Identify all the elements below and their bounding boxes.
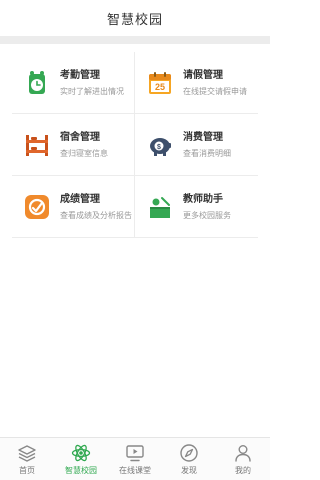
compass-icon xyxy=(179,443,199,463)
tab-online-class[interactable]: 在线课堂 xyxy=(108,438,162,480)
tab-label: 我的 xyxy=(235,466,251,475)
feature-leave[interactable]: 25 请假管理 在线提交请假申请 xyxy=(135,52,258,114)
bottom-tab-bar: 首页 智慧校园 在线课堂 发现 我的 xyxy=(0,437,270,480)
tab-home[interactable]: 首页 xyxy=(0,438,54,480)
tab-label: 在线课堂 xyxy=(119,466,151,475)
feature-subtitle: 在线提交请假申请 xyxy=(183,86,247,96)
feature-grid: 考勤管理 实时了解进出情况 25 请假管理 在线提交请假申请 宿舍管理 查归寝室… xyxy=(12,52,258,238)
feature-row: 成绩管理 查看成绩及分析报告 教师助手 更多校园服务 xyxy=(12,176,258,238)
teacher-desk-icon xyxy=(147,194,173,220)
feature-subtitle: 实时了解进出情况 xyxy=(60,86,124,96)
attendance-clock-icon xyxy=(24,70,50,96)
tab-discover[interactable]: 发现 xyxy=(162,438,216,480)
feature-title: 消费管理 xyxy=(183,131,223,143)
svg-text:$: $ xyxy=(157,144,161,151)
tab-mine[interactable]: 我的 xyxy=(216,438,270,480)
piggy-bank-icon: $ xyxy=(147,132,173,158)
feature-consumption[interactable]: $ 消费管理 查看消费明细 xyxy=(135,114,258,176)
bunk-bed-icon xyxy=(24,132,50,158)
feature-dormitory[interactable]: 宿舍管理 查归寝室信息 xyxy=(12,114,135,176)
grade-report-icon xyxy=(24,194,50,220)
feature-subtitle: 查看成绩及分析报告 xyxy=(60,210,132,220)
feature-title: 教师助手 xyxy=(183,193,223,205)
tab-label: 发现 xyxy=(181,466,197,475)
feature-title: 成绩管理 xyxy=(60,193,100,205)
app-header: 智慧校园 xyxy=(0,0,270,36)
stack-home-icon xyxy=(17,443,37,463)
page-title: 智慧校园 xyxy=(106,12,163,28)
svg-text:25: 25 xyxy=(155,82,165,92)
feature-title: 考勤管理 xyxy=(60,69,100,81)
feature-subtitle: 查看消费明细 xyxy=(183,148,231,158)
feature-attendance[interactable]: 考勤管理 实时了解进出情况 xyxy=(12,52,135,114)
feature-subtitle: 查归寝室信息 xyxy=(60,148,108,158)
tab-smart-campus[interactable]: 智慧校园 xyxy=(54,438,108,480)
feature-teacher-assistant[interactable]: 教师助手 更多校园服务 xyxy=(135,176,258,238)
video-play-icon xyxy=(125,443,145,463)
tab-label: 首页 xyxy=(19,466,35,475)
atom-campus-icon xyxy=(71,443,91,463)
feature-title: 宿舍管理 xyxy=(60,131,100,143)
tab-label: 智慧校园 xyxy=(65,466,97,475)
person-icon xyxy=(233,443,253,463)
calendar-25-icon: 25 xyxy=(147,70,173,96)
feature-row: 宿舍管理 查归寝室信息 $ 消费管理 查看消费明细 xyxy=(12,114,258,176)
header-divider xyxy=(0,36,270,44)
feature-grades[interactable]: 成绩管理 查看成绩及分析报告 xyxy=(12,176,135,238)
feature-title: 请假管理 xyxy=(183,69,223,81)
feature-row: 考勤管理 实时了解进出情况 25 请假管理 在线提交请假申请 xyxy=(12,52,258,114)
feature-subtitle: 更多校园服务 xyxy=(183,210,231,220)
